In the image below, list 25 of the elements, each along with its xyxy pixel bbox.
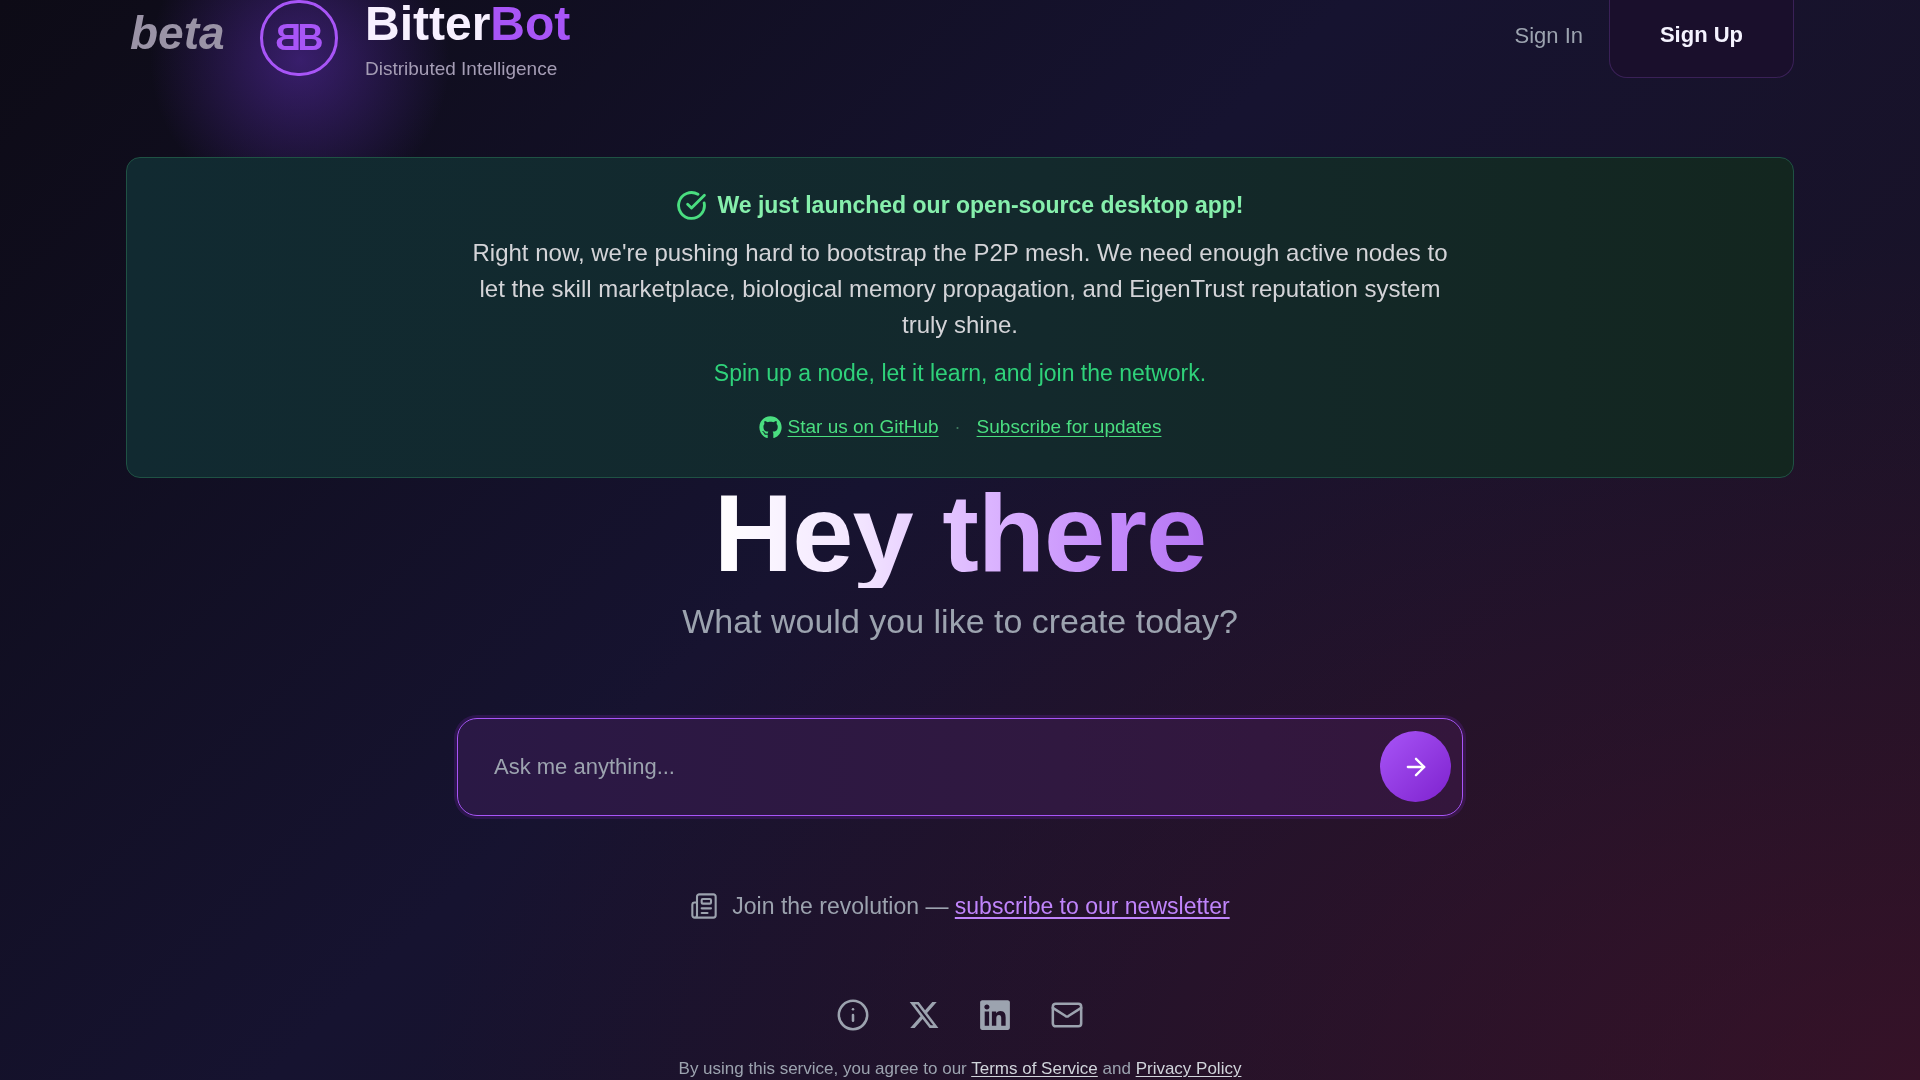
prompt-input[interactable]: Ask me anything...: [457, 718, 1463, 816]
linkedin-icon[interactable]: [978, 998, 1012, 1032]
newspaper-icon: [690, 892, 719, 920]
x-logo-icon[interactable]: [908, 999, 940, 1031]
newsletter-text: Join the revolution — subscribe to our newsletter: [732, 892, 1230, 921]
beta-label: beta: [130, 10, 226, 56]
separator-dot: ·: [954, 415, 961, 439]
github-icon: [758, 415, 782, 439]
check-icon: [676, 189, 708, 221]
call-to-action: Spin up a node, let it learn, and join the network.: [713, 359, 1207, 388]
legal-link[interactable]: Privacy Policy: [1135, 1059, 1242, 1078]
brand-tagline: Distributed Intelligence: [365, 59, 559, 78]
hero-subtitle: What would you like to create today?: [682, 604, 1238, 638]
logo-monogram: BB: [260, 0, 338, 76]
brand-name: BitterBot: [365, 0, 571, 48]
subscribe-link[interactable]: Subscribe for updates: [976, 412, 1162, 442]
announcement-title: We just launched our open-source desktop app!: [717, 190, 1244, 220]
sign-in-link[interactable]: Sign In: [1514, 0, 1583, 78]
github-link[interactable]: Star us on GitHub: [787, 412, 939, 442]
announcement-body: Right now, we're pushing hard to bootstrap the P2P mesh. We need enough active nodes to let the skill marketplace, biological memory propagation, and EigenTrust reputation system truly shine.: [471, 238, 1449, 340]
newsletter-link[interactable]: subscribe to our newsletter: [954, 893, 1230, 919]
info-icon[interactable]: [836, 998, 870, 1032]
legal-notice: By using this service, you agree to our Terms of Service and Privacy Policy: [678, 1058, 1242, 1080]
legal-link[interactable]: Terms of Service: [971, 1059, 1098, 1078]
sign-up-button[interactable]: Sign Up: [1609, 0, 1794, 78]
